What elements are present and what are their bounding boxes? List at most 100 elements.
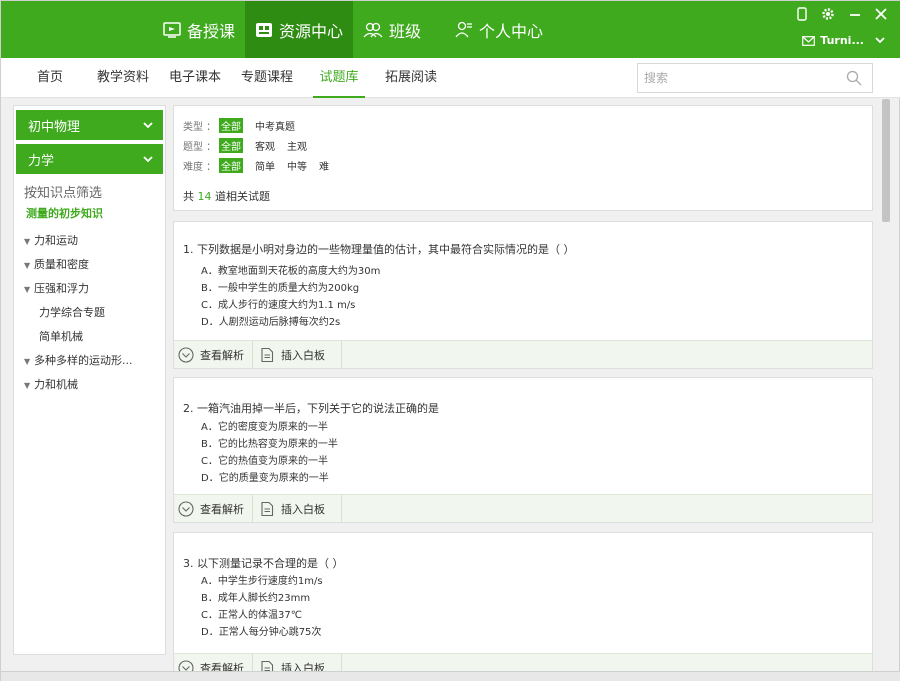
vertical-scrollbar-thumb[interactable] [882, 99, 890, 222]
search-icon[interactable] [846, 70, 862, 89]
filter-type-row: 类型 ： 全部 中考真题 [183, 118, 307, 133]
expand-triangle-icon[interactable]: ▼ [24, 278, 34, 301]
question-options: A．它的密度变为原来的一半 B．它的比热容变为原来的一半 C．它的热值变为原来的… [201, 419, 338, 487]
filter-panel: 类型 ： 全部 中考真题 题型 ： 全部 客观 主观 难度 ： 全部 简单 中等… [173, 105, 873, 211]
nav-resource-label: 资源中心 [279, 21, 344, 41]
option-d: D．它的质量变为原来的一半 [201, 473, 329, 484]
filter-difficulty-all[interactable]: 全部 [219, 158, 243, 173]
bottom-edge [1, 671, 900, 681]
option-c: C．成人步行的速度大约为1.1 m/s [201, 300, 356, 311]
top-bar: 备授课 资源中心 班级 个人中心 Turni... [1, 1, 900, 58]
result-count: 共 14 道相关试题 [183, 190, 270, 203]
filter-type-all[interactable]: 全部 [219, 118, 243, 133]
question-title: 2. 一箱汽油用掉一半后，下列关于它的说法正确的是 [183, 402, 439, 415]
filter-qtype-all[interactable]: 全部 [219, 138, 243, 153]
insert-whiteboard-button[interactable]: 插入白板 [253, 495, 342, 522]
nav-profile-label: 个人中心 [479, 21, 544, 41]
nav-profile[interactable]: 个人中心 [431, 1, 553, 58]
expand-triangle-icon[interactable]: ▼ [24, 350, 34, 373]
expand-triangle-icon[interactable]: ▼ [24, 230, 34, 253]
filter-difficulty-easy[interactable]: 简单 [255, 158, 275, 173]
tree-item[interactable]: 简单机械 [14, 325, 165, 349]
expand-triangle-icon[interactable]: ▼ [24, 374, 34, 397]
nav-class-label: 班级 [389, 21, 422, 41]
search-input[interactable] [638, 64, 838, 92]
main-nav: 备授课 资源中心 班级 个人中心 [153, 1, 553, 58]
tab-extended-reading[interactable]: 拓展阅读 [385, 58, 437, 98]
filter-qtype-objective[interactable]: 客观 [255, 138, 275, 153]
result-count-number: 14 [197, 190, 212, 203]
insert-whiteboard-button[interactable]: 插入白板 [253, 654, 342, 671]
mobile-icon[interactable] [797, 7, 807, 24]
view-analysis-button[interactable]: 查看解析 [174, 495, 253, 522]
tree-item[interactable]: 力学综合专题 [14, 301, 165, 325]
tree-item[interactable]: ▼ 多种多样的运动形... [14, 349, 165, 373]
window-controls [797, 7, 887, 24]
lesson-icon [163, 21, 181, 38]
document-icon [261, 501, 274, 516]
nav-class[interactable]: 班级 [353, 1, 431, 58]
app-window: 备授课 资源中心 班级 个人中心 Turni... 首页 教学资料 电子课本 专… [0, 0, 900, 681]
settings-gear-icon[interactable] [821, 7, 835, 24]
tree-item[interactable]: ▼ 力和运动 [14, 229, 165, 253]
user-name: Turni... [820, 34, 864, 47]
view-analysis-button[interactable]: 查看解析 [174, 341, 253, 368]
filter-difficulty-medium[interactable]: 中等 [287, 158, 307, 173]
knowledge-filter-title: 按知识点筛选 [24, 186, 103, 201]
option-d: D．人剧烈运动后脉搏每次约2s [201, 317, 341, 328]
grade-select[interactable]: 初中物理 [16, 110, 163, 140]
resource-icon [256, 22, 273, 37]
question-action-bar: 查看解析 插入白板 [174, 494, 872, 522]
minimize-icon[interactable] [849, 7, 861, 24]
insert-whiteboard-button[interactable]: 插入白板 [253, 341, 342, 368]
nav-lesson[interactable]: 备授课 [153, 1, 245, 58]
tab-topic-course[interactable]: 专题课程 [241, 58, 293, 98]
filter-qtype-row: 题型 ： 全部 客观 主观 [183, 138, 319, 153]
option-b: B．一般中学生的质量大约为200kg [201, 283, 360, 294]
option-d: D．正常人每分钟心跳75次 [201, 627, 322, 638]
class-icon [363, 22, 383, 37]
filter-type-label: 类型 ： [183, 122, 217, 133]
question-options: A．教室地面到天花板的高度大约为30m B．一般中学生的质量大约为200kg C… [201, 263, 380, 331]
question-action-bar: 查看解析 插入白板 [174, 340, 872, 368]
filter-type-exam[interactable]: 中考真题 [255, 118, 295, 133]
tab-e-textbook[interactable]: 电子课本 [169, 58, 221, 98]
question-card: 1. 下列数据是小明对身边的一些物理量值的估计，其中最符合实际情况的是（ ） A… [173, 221, 873, 369]
tree-item[interactable]: ▼ 质量和密度 [14, 253, 165, 277]
subject-select[interactable]: 力学 [16, 144, 163, 174]
view-analysis-button[interactable]: 查看解析 [174, 654, 253, 671]
nav-lesson-label: 备授课 [187, 21, 236, 41]
filter-difficulty-label: 难度 ： [183, 162, 217, 173]
tab-teaching-materials[interactable]: 教学资料 [97, 58, 149, 98]
chevron-down-icon [143, 121, 153, 128]
option-a: A．中学生步行速度约1m/s [201, 576, 323, 587]
filter-difficulty-hard[interactable]: 难 [319, 158, 329, 173]
option-a: A．它的密度变为原来的一半 [201, 422, 328, 433]
tab-question-bank[interactable]: 试题库 [313, 58, 365, 98]
chevron-down-icon [143, 155, 153, 162]
option-b: B．成年人脚长约23mm [201, 593, 311, 604]
option-c: C．正常人的体温37℃ [201, 610, 302, 621]
knowledge-tree: ▼ 力和运动 ▼ 质量和密度 ▼ 压强和浮力 力学综合专题 简单机械 ▼ 多种多样的运动… [14, 229, 165, 397]
question-action-bar: 查看解析 插入白板 [174, 653, 872, 671]
filter-qtype-subjective[interactable]: 主观 [287, 138, 307, 153]
tree-item[interactable]: ▼ 压强和浮力 [14, 277, 165, 301]
question-card: 3. 以下测量记录不合理的是（ ） A．中学生步行速度约1m/s B．成年人脚长… [173, 532, 873, 672]
nav-resource-center[interactable]: 资源中心 [245, 1, 354, 58]
tab-home[interactable]: 首页 [37, 58, 63, 98]
subject-label: 力学 [28, 153, 55, 169]
grade-label: 初中物理 [28, 119, 81, 135]
close-icon[interactable] [875, 7, 887, 24]
filter-qtype-label: 题型 ： [183, 142, 217, 153]
expand-triangle-icon[interactable]: ▼ [24, 254, 34, 277]
tree-item[interactable]: ▼ 力和机械 [14, 373, 165, 397]
option-a: A．教室地面到天花板的高度大约为30m [201, 266, 381, 277]
sidebar: 初中物理 力学 按知识点筛选 测量的初步知识 ▼ 力和运动 ▼ 质量和密度 ▼ 压强和… [13, 105, 166, 655]
chevron-circle-icon [178, 500, 194, 517]
knowledge-filter-current[interactable]: 测量的初步知识 [26, 205, 165, 221]
profile-icon [455, 21, 473, 37]
user-menu[interactable]: Turni... [802, 34, 885, 47]
mail-icon [802, 35, 816, 46]
option-b: B．它的比热容变为原来的一半 [201, 439, 338, 450]
question-card: 2. 一箱汽油用掉一半后，下列关于它的说法正确的是 A．它的密度变为原来的一半 … [173, 377, 873, 523]
